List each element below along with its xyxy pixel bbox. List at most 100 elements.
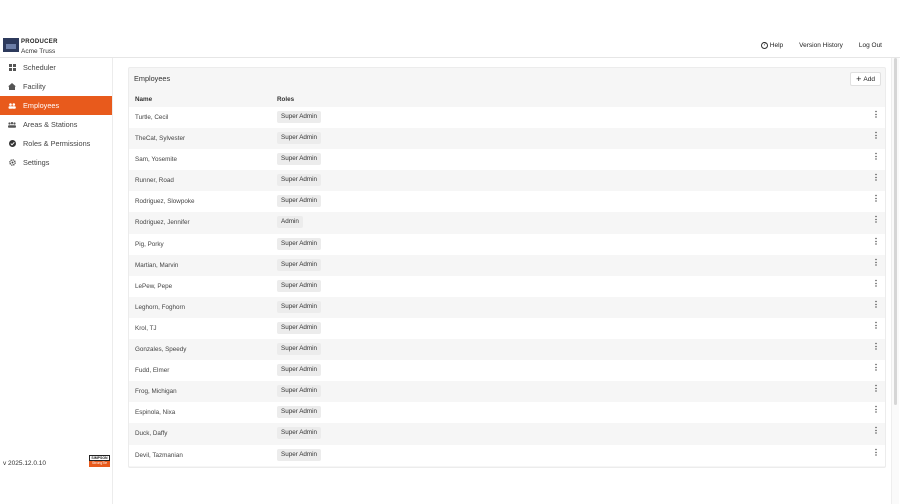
role-badge: Super Admin <box>277 258 322 271</box>
table-row[interactable]: Espinola, Nixa Super Admin ⋮ <box>129 402 885 424</box>
table-row[interactable]: Devil, Tazmanian Super Admin ⋮ <box>129 444 885 466</box>
sidebar-item-label: Areas & Stations <box>23 120 78 129</box>
sidebar-item-employees[interactable]: Employees <box>0 96 112 115</box>
sidebar-item-label: Scheduler <box>23 63 56 72</box>
sidebar-item-settings[interactable]: Settings <box>0 153 112 172</box>
page-scrollbar[interactable] <box>891 58 899 504</box>
table-row[interactable]: Leghorn, Foghorn Super Admin ⋮ <box>129 296 885 318</box>
table-row[interactable]: Fudd, Elmer Super Admin ⋮ <box>129 360 885 382</box>
people-icon <box>8 102 16 110</box>
table-row[interactable]: Martian, Marvin Super Admin ⋮ <box>129 254 885 276</box>
table-row[interactable]: LePew, Pepe Super Admin ⋮ <box>129 275 885 297</box>
table-row[interactable]: TheCat, Sylvester Super Admin ⋮ <box>129 128 885 150</box>
employee-name: Sam, Yosemite <box>135 156 178 164</box>
role-badge: Super Admin <box>277 406 322 419</box>
employee-name: Gonzales, Speedy <box>135 346 187 354</box>
row-menu-icon[interactable]: ⋮ <box>872 343 880 355</box>
sidebar-item-scheduler[interactable]: Scheduler <box>0 58 112 77</box>
sidebar-item-areas-stations[interactable]: Areas & Stations <box>0 115 112 134</box>
plus-icon: + <box>856 73 862 84</box>
role-badge: Super Admin <box>277 321 322 334</box>
role-badge: Super Admin <box>277 279 322 292</box>
table-row[interactable]: Krol, TJ Super Admin ⋮ <box>129 317 885 340</box>
table-row[interactable]: Gonzales, Speedy Super Admin ⋮ <box>129 339 885 361</box>
row-menu-icon[interactable]: ⋮ <box>872 153 880 165</box>
grid-icon <box>8 64 16 72</box>
table-row[interactable]: Rodriguez, Slowpoke Super Admin ⋮ <box>129 191 885 213</box>
table-row[interactable]: Duck, Daffy Super Admin ⋮ <box>129 423 885 445</box>
table-row[interactable]: Frog, Michigan Super Admin ⋮ <box>129 381 885 403</box>
app-version: v 2025.12.0.10 <box>3 460 47 467</box>
row-menu-icon[interactable]: ⋮ <box>872 321 880 334</box>
row-menu-icon[interactable]: ⋮ <box>872 195 880 207</box>
sidebar-item-roles-permissions[interactable]: Roles & Permissions <box>0 134 112 153</box>
employee-name: Duck, Daffy <box>135 430 168 438</box>
version-history-link[interactable]: Version History <box>799 42 843 49</box>
sidebar-item-label: Employees <box>23 101 60 110</box>
app-logo[interactable]: PRODUCER Acme Truss <box>3 38 58 56</box>
row-menu-icon[interactable]: ⋮ <box>872 385 880 397</box>
employee-name: Rodriguez, Slowpoke <box>135 198 195 206</box>
row-menu-icon[interactable]: ⋮ <box>872 406 880 418</box>
role-badge: Super Admin <box>277 448 322 461</box>
employee-name: Fudd, Elmer <box>135 367 170 375</box>
row-menu-icon[interactable]: ⋮ <box>872 427 880 439</box>
table-row[interactable]: Runner, Road Super Admin ⋮ <box>129 170 885 192</box>
add-employee-button[interactable]: + Add <box>850 72 881 86</box>
employee-name: Rodriguez, Jennifer <box>135 219 190 227</box>
producer-logo-icon <box>3 38 19 52</box>
group-icon <box>8 121 16 129</box>
sidebar-item-label: Roles & Permissions <box>23 139 91 148</box>
page-title: Employees <box>134 74 171 83</box>
sidebar-item-facility[interactable]: Facility <box>0 77 112 96</box>
role-badge: Super Admin <box>277 364 322 377</box>
check-circle-icon <box>8 140 16 148</box>
scrollbar-thumb[interactable] <box>894 58 897 405</box>
top-nav: ? Help Version History Log Out <box>760 42 882 49</box>
row-menu-icon[interactable]: ⋮ <box>872 237 880 250</box>
employees-table-body: Turtle, Cecil Super Admin ⋮ TheCat, Sylves… <box>129 107 885 466</box>
role-badge: Super Admin <box>277 300 322 313</box>
gear-icon <box>8 159 16 167</box>
row-menu-icon[interactable]: ⋮ <box>872 300 880 313</box>
table-row[interactable]: Rodriguez, Jennifer Admin ⋮ <box>129 212 885 234</box>
role-badge: Super Admin <box>277 153 322 166</box>
sidebar-item-label: Settings <box>23 158 50 167</box>
facility-name: Acme Truss <box>21 48 56 55</box>
row-menu-icon[interactable]: ⋮ <box>872 111 880 123</box>
logout-link[interactable]: Log Out <box>859 42 882 49</box>
simpson-strongtie-logo: SIMPSON StrongTie <box>89 455 110 467</box>
employees-panel: Employees + Add Name Roles Turtle, Cecil… <box>128 67 886 468</box>
row-menu-icon[interactable]: ⋮ <box>872 132 880 144</box>
employee-name: Devil, Tazmanian <box>135 451 183 459</box>
row-menu-icon[interactable]: ⋮ <box>872 258 880 271</box>
sidebar-item-label: Facility <box>23 82 46 91</box>
role-badge: Super Admin <box>277 343 322 356</box>
top-bar: PRODUCER Acme Truss ? Help Version Histor… <box>0 35 900 58</box>
sidebar: Scheduler Facility Employees Areas & Sta… <box>0 58 113 504</box>
table-row[interactable]: Sam, Yosemite Super Admin ⋮ <box>129 149 885 171</box>
row-menu-icon[interactable]: ⋮ <box>872 174 880 186</box>
row-menu-icon[interactable]: ⋮ <box>872 364 880 376</box>
employee-name: Frog, Michigan <box>135 388 177 396</box>
column-header-roles[interactable]: Roles <box>277 96 294 103</box>
role-badge: Admin <box>277 216 303 229</box>
employee-name: Krol, TJ <box>135 324 157 332</box>
role-badge: Super Admin <box>277 195 322 208</box>
home-icon <box>8 83 16 91</box>
table-row[interactable]: Pig, Porky Super Admin ⋮ <box>129 233 885 255</box>
employee-name: Leghorn, Foghorn <box>135 303 186 311</box>
row-menu-icon[interactable]: ⋮ <box>872 279 880 292</box>
help-link[interactable]: ? Help <box>760 42 783 49</box>
role-badge: Super Admin <box>277 111 322 123</box>
employee-name: Espinola, Nixa <box>135 409 176 417</box>
employee-name: Pig, Porky <box>135 240 164 248</box>
column-header-name[interactable]: Name <box>135 96 152 103</box>
row-menu-icon[interactable]: ⋮ <box>872 216 880 228</box>
employee-name: Turtle, Cecil <box>135 114 169 121</box>
role-badge: Super Admin <box>277 427 322 440</box>
role-badge: Super Admin <box>277 132 322 145</box>
table-row[interactable]: Turtle, Cecil Super Admin ⋮ <box>129 107 885 129</box>
row-menu-icon[interactable]: ⋮ <box>872 448 880 461</box>
role-badge: Super Admin <box>277 237 322 250</box>
